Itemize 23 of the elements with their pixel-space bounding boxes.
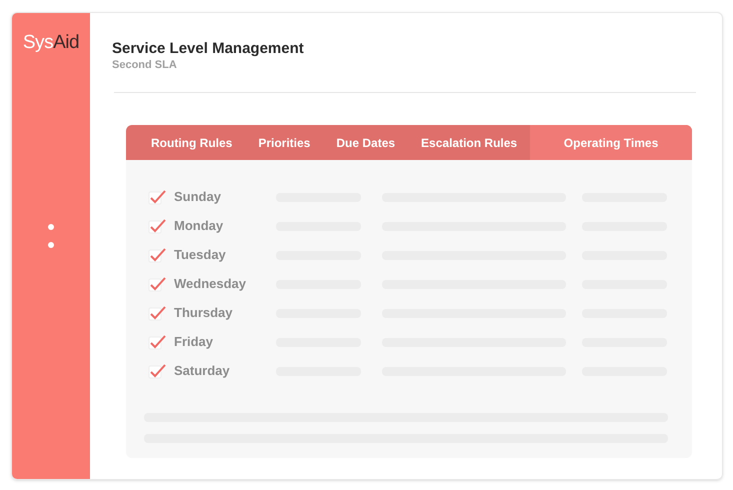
day-label: Wednesday [174,275,248,294]
more-icon[interactable] [48,224,54,250]
checked-checkbox[interactable] [148,363,168,379]
page-subtitle: Second SLA [112,58,178,72]
checked-checkbox[interactable] [148,189,168,205]
tab[interactable]: Priorities [245,125,324,160]
checked-checkbox[interactable] [148,218,168,234]
tab[interactable]: Escalation Rules [408,125,530,160]
tab[interactable]: Routing Rules [138,125,246,160]
page-title: Service Level Management [112,40,305,58]
tab[interactable]: Due Dates [323,125,408,160]
day-label: Sunday [174,188,222,206]
day-label: Thursday [174,304,234,322]
day-label: Monday [174,217,224,236]
checked-checkbox[interactable] [148,276,168,292]
checked-checkbox[interactable] [148,247,168,263]
day-label: Tuesday [174,246,227,264]
day-label: Saturday [174,362,231,380]
checked-checkbox[interactable] [148,334,168,350]
logo: SysAid [22,33,80,52]
checked-checkbox[interactable] [148,305,168,321]
tab[interactable]: Operating Times [530,125,692,160]
day-label: Friday [174,333,214,352]
